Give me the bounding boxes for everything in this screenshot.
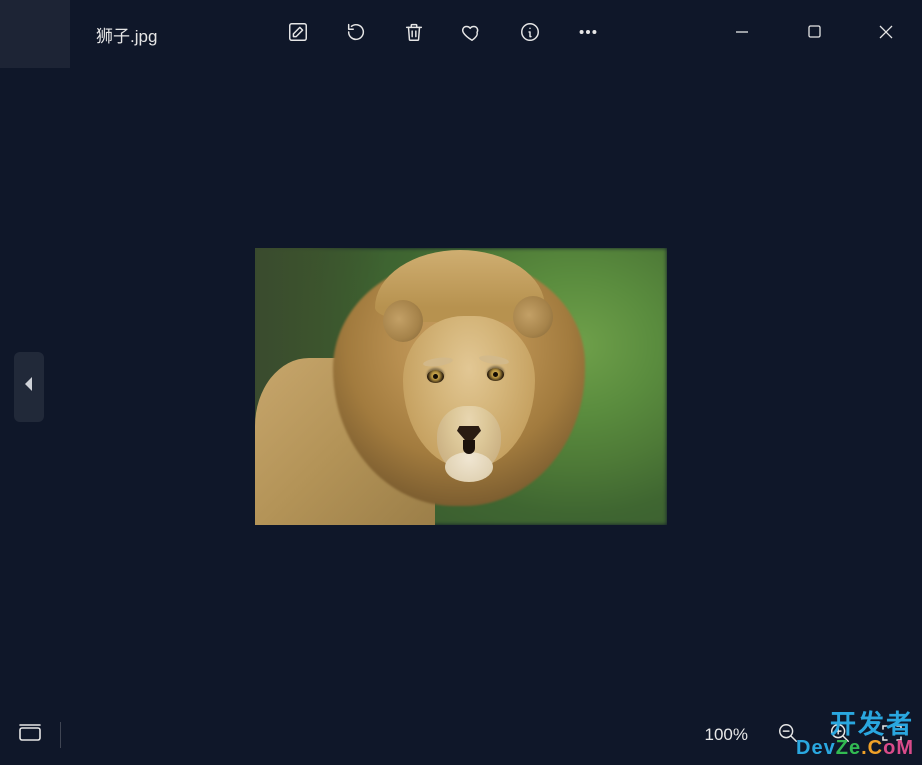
info-button[interactable] bbox=[518, 22, 542, 46]
viewer-area bbox=[0, 68, 922, 705]
divider bbox=[60, 722, 61, 748]
zoom-in-icon bbox=[829, 722, 851, 749]
more-icon bbox=[577, 21, 599, 48]
zoom-percentage[interactable]: 100% bbox=[705, 725, 748, 745]
filmstrip-button[interactable] bbox=[18, 723, 42, 747]
minimize-icon bbox=[735, 25, 749, 44]
favorite-button[interactable] bbox=[460, 22, 484, 46]
photo-icon bbox=[22, 19, 48, 50]
minimize-button[interactable] bbox=[706, 10, 778, 58]
rotate-button[interactable] bbox=[344, 22, 368, 46]
lion-mouth bbox=[463, 440, 475, 454]
heart-icon bbox=[461, 21, 483, 48]
zoom-out-button[interactable] bbox=[776, 723, 800, 747]
chevron-left-icon bbox=[23, 376, 35, 397]
fit-window-icon bbox=[880, 722, 904, 749]
bottom-bar: 100% bbox=[0, 705, 922, 765]
maximize-icon bbox=[808, 25, 821, 43]
edit-icon bbox=[287, 21, 309, 48]
lion-eye-left bbox=[427, 370, 444, 383]
title-bar: 狮子.jpg bbox=[0, 0, 922, 68]
app-icon-button[interactable] bbox=[0, 0, 70, 68]
filmstrip-icon bbox=[18, 723, 42, 748]
more-button[interactable] bbox=[576, 22, 600, 46]
zoom-in-button[interactable] bbox=[828, 723, 852, 747]
image-canvas[interactable] bbox=[255, 248, 667, 525]
delete-button[interactable] bbox=[402, 22, 426, 46]
edit-button[interactable] bbox=[286, 22, 310, 46]
lion-eye-right bbox=[487, 368, 504, 381]
file-name: 狮子.jpg bbox=[96, 22, 276, 47]
info-icon bbox=[519, 21, 541, 48]
lion-chin bbox=[445, 452, 493, 482]
rotate-icon bbox=[345, 21, 367, 48]
window-controls bbox=[706, 10, 922, 58]
zoom-out-icon bbox=[777, 722, 799, 749]
toolbar bbox=[286, 22, 600, 46]
close-icon bbox=[879, 25, 893, 44]
trash-icon bbox=[403, 21, 425, 48]
close-button[interactable] bbox=[850, 10, 922, 58]
maximize-button[interactable] bbox=[778, 10, 850, 58]
previous-button[interactable] bbox=[14, 352, 44, 422]
lion-ear-left bbox=[383, 300, 423, 342]
fit-window-button[interactable] bbox=[880, 723, 904, 747]
lion-ear-right bbox=[513, 296, 553, 338]
